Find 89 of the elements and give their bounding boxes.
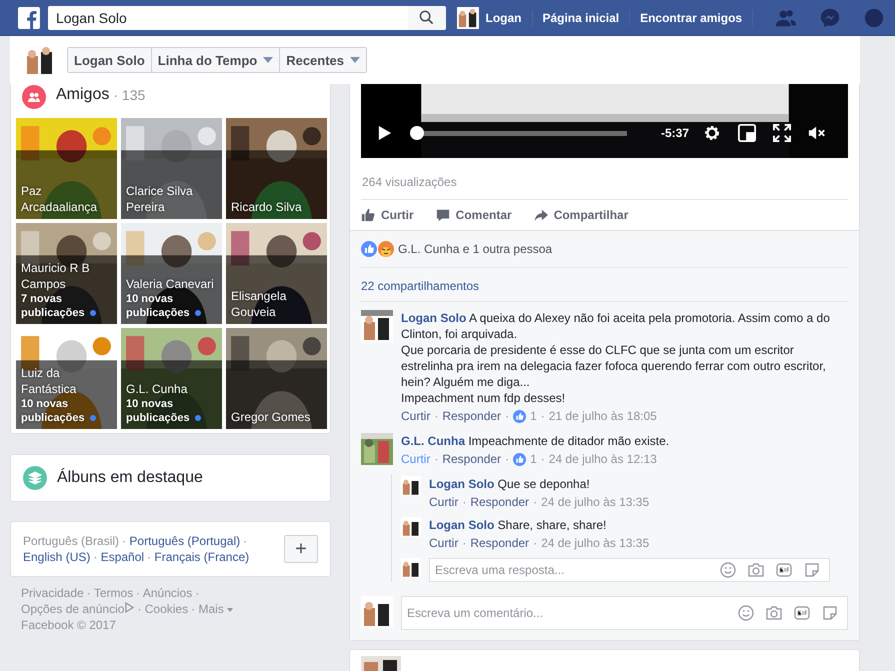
friend-tile[interactable]: Paz Arcadaaliança bbox=[16, 118, 117, 219]
separator: · bbox=[136, 586, 140, 600]
separator: · bbox=[540, 451, 545, 468]
copyright: Facebook © 2017 bbox=[21, 617, 117, 633]
separator: · bbox=[434, 451, 438, 468]
friend-name: Mauricio R B Campos bbox=[21, 260, 91, 292]
language-link[interactable]: Español bbox=[100, 550, 144, 564]
friend-tile[interactable]: Mauricio R B Campos 7 novas publicações bbox=[16, 223, 117, 324]
like-count: 1 bbox=[530, 451, 537, 468]
separator: · bbox=[533, 535, 538, 552]
like-count: 1 bbox=[530, 408, 537, 425]
dropdown-button[interactable]: Linha do Tempo bbox=[152, 48, 280, 72]
video-player[interactable]: -5:37 bbox=[361, 84, 848, 158]
language-link[interactable]: English (US) bbox=[23, 550, 90, 564]
comment-text: Logan Solo A queixa do Alexey não foi aceita pela promotoria. Assim como a do Clinton, foi arquivada. Que porcaria de presidente é esse do CLFC que se junta com um escritor estrelinha pra irem na delegacia fazer fofoca querendo ferrar com outro escritor, hein? Alguém me diga... Impeachment num fdp desses! bbox=[401, 310, 831, 406]
view-count: 264 visualizações bbox=[361, 174, 458, 191]
post-action-button[interactable]: Compartilhar bbox=[534, 208, 630, 222]
author-link[interactable]: Logan Solo bbox=[429, 518, 494, 532]
friend-name: Clarice Silva Pereira bbox=[126, 183, 194, 215]
separator: · bbox=[434, 408, 438, 425]
new-posts-count: 7 novas publicações bbox=[21, 293, 85, 319]
friend-name: Valeria Canevari bbox=[126, 276, 215, 292]
comment-time: 24 de julho às 13:35 bbox=[541, 494, 650, 511]
friend-name: Luiz da Fantástica bbox=[21, 365, 78, 397]
nav-link[interactable]: Página inicial bbox=[542, 10, 630, 24]
add-language-button[interactable]: + bbox=[284, 535, 318, 563]
separator: · bbox=[191, 602, 196, 616]
post-action-button[interactable]: Comentar bbox=[436, 208, 514, 222]
comment-text: G.L. Cunha Impeachmente de ditador mão existe. bbox=[401, 433, 670, 449]
section-title: Amigos bbox=[56, 85, 110, 105]
separator: · bbox=[137, 602, 142, 616]
section-title: Álbuns em destaque bbox=[57, 469, 203, 487]
comment-text: Logan Solo Que se deponha! bbox=[429, 476, 591, 492]
friend-name: Ricardo Silva bbox=[231, 199, 303, 215]
separator: · bbox=[462, 494, 466, 511]
comment-time: 21 de julho às 18:05 bbox=[548, 408, 657, 425]
separator: · bbox=[147, 550, 152, 564]
like-link[interactable]: Curtir bbox=[401, 407, 430, 425]
friend-tile[interactable]: G.L. Cunha 10 novas publicações bbox=[121, 328, 222, 429]
author-link[interactable]: G.L. Cunha bbox=[401, 434, 465, 448]
reactions-link[interactable]: G.L. Cunha e 1 outra pessoa bbox=[398, 242, 552, 256]
dropdown-button[interactable]: Recentes bbox=[280, 48, 366, 72]
friend-name: G.L. Cunha bbox=[126, 381, 188, 397]
separator: · bbox=[243, 534, 248, 548]
comment-time: 24 de julho às 13:35 bbox=[541, 535, 650, 552]
search-field[interactable]: Logan Solo bbox=[48, 6, 408, 30]
reply-link[interactable]: Responder bbox=[442, 450, 502, 468]
new-posts-count: 10 novas publicações bbox=[126, 398, 190, 424]
comment-field[interactable]: Escreva um comentário... bbox=[401, 596, 848, 630]
time-remaining: -5:37 bbox=[661, 126, 690, 140]
separator: · bbox=[93, 550, 98, 564]
friend-count: · 135 bbox=[113, 86, 146, 105]
new-posts-count: 10 novas publicações bbox=[21, 398, 85, 424]
friend-name: Gregor Gomes bbox=[231, 409, 312, 425]
reply-link[interactable]: Responder bbox=[470, 534, 530, 552]
shares-link[interactable]: 22 compartilhamentos bbox=[361, 268, 848, 302]
language-link[interactable]: Français (France) bbox=[154, 550, 250, 564]
separator: · bbox=[505, 451, 510, 468]
friend-tile[interactable]: Elisangela Gouveia bbox=[226, 223, 327, 324]
new-posts-count: 10 novas publicações bbox=[126, 293, 190, 319]
nav-link[interactable]: Encontrar amigos bbox=[640, 10, 752, 24]
author-link[interactable]: Logan Solo bbox=[429, 477, 494, 491]
friend-name: Elisangela Gouveia bbox=[231, 288, 288, 320]
language-link[interactable]: Português (Portugal) bbox=[129, 534, 240, 548]
separator: · bbox=[462, 535, 466, 552]
post-action-button[interactable]: Curtir bbox=[361, 208, 416, 222]
separator: · bbox=[533, 494, 538, 511]
friend-tile[interactable]: Clarice Silva Pereira bbox=[121, 118, 222, 219]
comment-time: 24 de julho às 12:13 bbox=[548, 451, 657, 468]
separator: · bbox=[195, 586, 200, 600]
author-link[interactable]: Logan Solo bbox=[401, 311, 466, 325]
reply-link[interactable]: Responder bbox=[442, 407, 502, 425]
profile-link[interactable]: Logan bbox=[486, 10, 532, 24]
friend-tile[interactable]: Luiz da Fantástica 10 novas publicações bbox=[16, 328, 117, 429]
reply-link[interactable]: Responder bbox=[470, 493, 530, 511]
like-link[interactable]: Curtir bbox=[429, 534, 458, 552]
separator: · bbox=[122, 534, 126, 548]
separator: · bbox=[505, 408, 510, 425]
friend-tile[interactable]: Valeria Canevari 10 novas publicações bbox=[121, 223, 222, 324]
albums-card[interactable]: Álbuns em destaque bbox=[10, 454, 331, 502]
friend-name: Paz Arcadaaliança bbox=[21, 183, 98, 215]
separator: · bbox=[540, 408, 545, 425]
comment-text: Logan Solo Share, share, share! bbox=[429, 517, 608, 533]
friend-tile[interactable]: Gregor Gomes bbox=[226, 328, 327, 429]
friend-tile[interactable]: Ricardo Silva bbox=[226, 118, 327, 219]
reply-field[interactable]: Escreva uma resposta... bbox=[429, 558, 830, 582]
separator: · bbox=[86, 586, 91, 600]
like-link[interactable]: Curtir bbox=[429, 493, 458, 511]
timeline-name-button[interactable]: Logan Solo bbox=[68, 48, 152, 72]
